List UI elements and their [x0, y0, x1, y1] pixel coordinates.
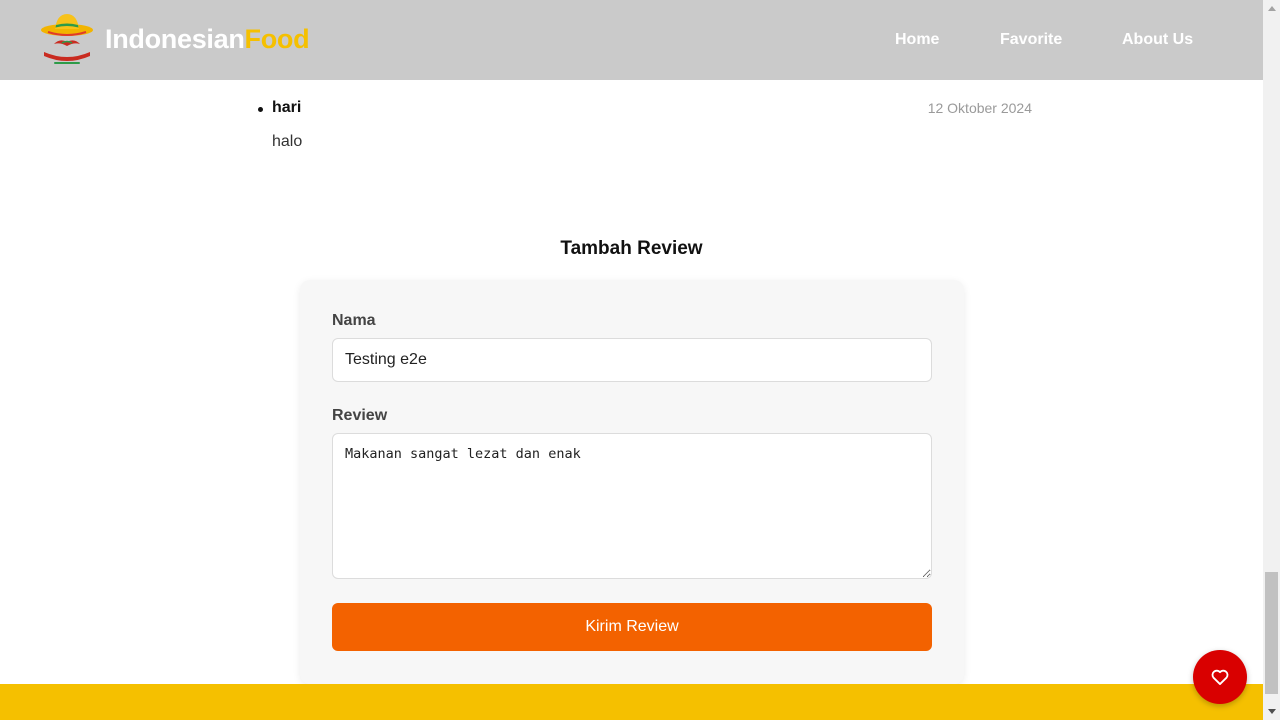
- nav-home[interactable]: Home: [895, 31, 939, 49]
- scroll-up-button[interactable]: [1263, 0, 1280, 17]
- review-form: Nama Review Makanan sangat lezat dan ena…: [300, 280, 964, 684]
- brand-name[interactable]: IndonesianFood: [105, 24, 310, 55]
- name-label: Nama: [332, 312, 376, 329]
- footer: [0, 684, 1263, 720]
- list-bullet: [258, 107, 263, 112]
- restaurant-detail-page: hari 12 Oktober 2024 halo Tambah Review …: [0, 0, 1263, 720]
- favorite-button[interactable]: [1193, 650, 1247, 704]
- brand-name-part2: Food: [244, 24, 310, 54]
- name-input[interactable]: [332, 338, 932, 382]
- nav-about-us[interactable]: About Us: [1122, 31, 1193, 49]
- brand-name-part1: Indonesian: [105, 24, 245, 54]
- app-header: IndonesianFood Home Favorite About Us: [0, 0, 1263, 80]
- arrow-down-icon: [1267, 709, 1276, 714]
- reviewer-name: hari: [272, 99, 302, 116]
- submit-review-button[interactable]: Kirim Review: [332, 603, 932, 651]
- heart-icon: [1211, 669, 1229, 685]
- arrow-up-icon: [1267, 6, 1276, 11]
- review-textarea[interactable]: Makanan sangat lezat dan enak: [332, 433, 932, 579]
- review-text: halo: [272, 133, 303, 150]
- nav-favorite[interactable]: Favorite: [1000, 31, 1062, 49]
- add-review-title: Tambah Review: [560, 238, 703, 259]
- scroll-thumb[interactable]: [1265, 572, 1278, 694]
- review-date: 12 Oktober 2024: [927, 100, 1032, 116]
- scroll-down-button[interactable]: [1263, 703, 1280, 720]
- vertical-scrollbar[interactable]: [1263, 0, 1280, 720]
- review-label: Review: [332, 407, 388, 424]
- indonesian-food-logo[interactable]: [38, 10, 96, 68]
